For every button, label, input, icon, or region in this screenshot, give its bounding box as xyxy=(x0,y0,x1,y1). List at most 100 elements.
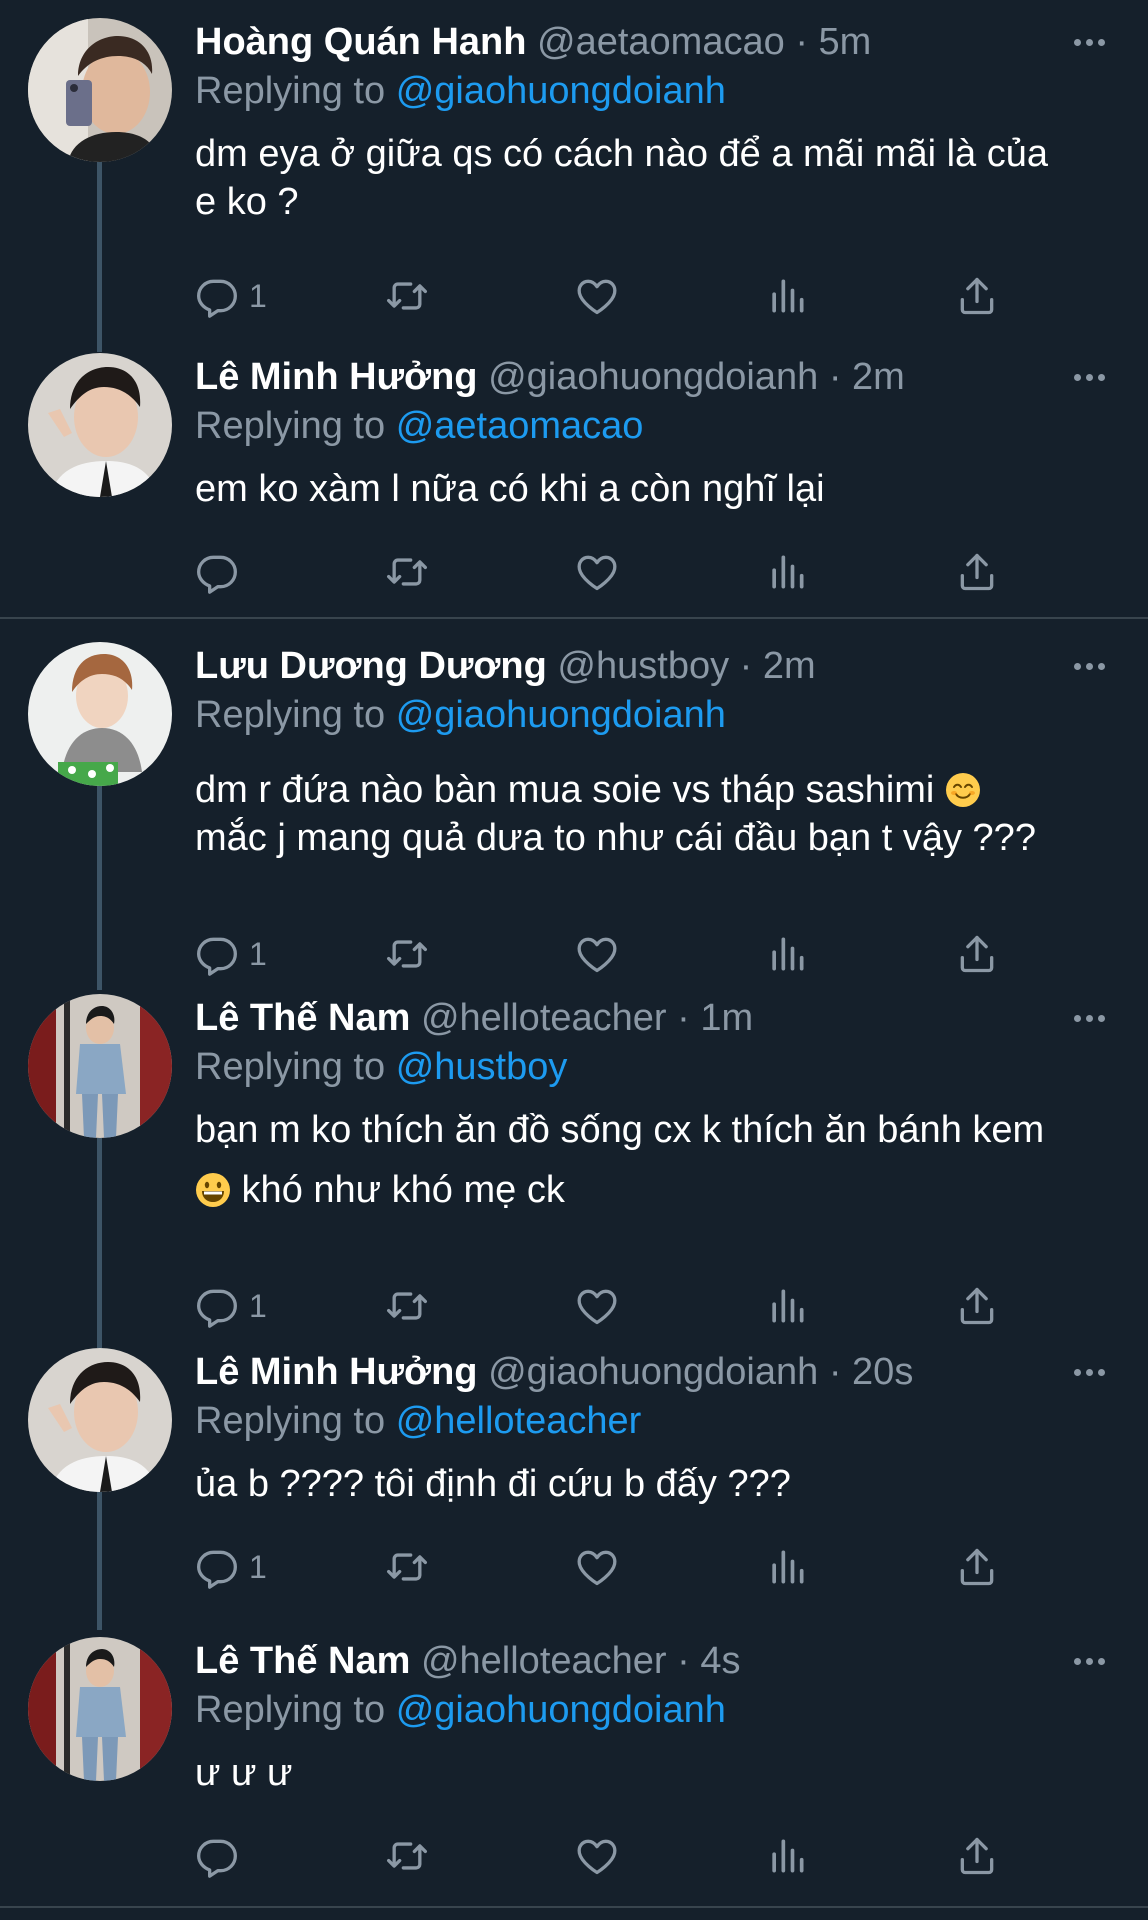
tweet-text: ư ư ư xyxy=(195,1752,293,1794)
user-handle[interactable]: @giaohuongdoianh xyxy=(488,356,818,398)
more-icon[interactable] xyxy=(1064,642,1114,690)
avatar[interactable] xyxy=(28,1348,172,1492)
more-icon[interactable] xyxy=(1064,994,1114,1042)
like-button[interactable] xyxy=(575,1537,619,1597)
mention-link[interactable]: @giaohuongdoianh xyxy=(396,70,726,112)
timestamp[interactable]: 1m xyxy=(700,997,753,1039)
timestamp[interactable]: 4s xyxy=(700,1640,740,1682)
reply-thread: Hoàng Quán Hanh @aetaomacao · 5m Replyin… xyxy=(0,0,1148,1920)
share-button[interactable] xyxy=(955,1276,999,1336)
tweet-body: Lê Minh Hưởng @giaohuongdoianh · 20s Rep… xyxy=(195,1348,1108,1508)
reply-button[interactable]: 1 xyxy=(195,266,267,326)
views-button[interactable] xyxy=(765,542,809,602)
separator-dot: · xyxy=(677,997,690,1039)
retweet-button[interactable] xyxy=(385,266,429,326)
mention-link[interactable]: @hustboy xyxy=(396,1046,568,1088)
mention-link[interactable]: @giaohuongdoianh xyxy=(396,1689,726,1731)
share-button[interactable] xyxy=(955,924,999,984)
timestamp[interactable]: 2m xyxy=(763,645,816,687)
avatar[interactable] xyxy=(28,353,172,497)
tweet-body: Lê Thế Nam @helloteacher · 4s Replying t… xyxy=(195,1637,1108,1797)
heart-icon xyxy=(575,1834,619,1878)
mention-link[interactable]: @helloteacher xyxy=(396,1400,642,1442)
display-name[interactable]: Lưu Dương Dương xyxy=(195,645,547,687)
mention-link[interactable]: @aetaomacao xyxy=(396,405,644,447)
tweet-header: Lưu Dương Dương @hustboy · 2m xyxy=(195,642,1108,690)
share-button[interactable] xyxy=(955,542,999,602)
tweet[interactable]: Lê Minh Hưởng @giaohuongdoianh · 20s Rep… xyxy=(0,1348,1148,1608)
share-button[interactable] xyxy=(955,1537,999,1597)
timestamp[interactable]: 2m xyxy=(852,356,905,398)
retweet-button[interactable] xyxy=(385,924,429,984)
share-button[interactable] xyxy=(955,266,999,326)
replying-label: Replying to xyxy=(195,70,386,112)
tweet[interactable]: Lê Thế Nam @helloteacher · 1m Replying t… xyxy=(0,994,1148,1314)
user-handle[interactable]: @giaohuongdoianh xyxy=(488,1351,818,1393)
replying-label: Replying to xyxy=(195,1400,386,1442)
share-icon xyxy=(955,932,999,976)
retweet-button[interactable] xyxy=(385,1826,429,1886)
more-icon[interactable] xyxy=(1064,1637,1114,1685)
tweet-text: em ko xàm l nữa có khi a còn nghĩ lại xyxy=(195,468,825,510)
replying-label: Replying to xyxy=(195,1689,386,1731)
divider xyxy=(0,617,1148,619)
user-handle[interactable]: @helloteacher xyxy=(421,1640,667,1682)
reply-icon xyxy=(195,1284,239,1328)
display-name[interactable]: Lê Thế Nam xyxy=(195,997,410,1039)
user-handle[interactable]: @helloteacher xyxy=(421,997,667,1039)
like-button[interactable] xyxy=(575,1826,619,1886)
like-button[interactable] xyxy=(575,1276,619,1336)
display-name[interactable]: Lê Minh Hưởng xyxy=(195,1351,478,1393)
like-button[interactable] xyxy=(575,924,619,984)
retweet-icon xyxy=(385,274,429,318)
retweet-button[interactable] xyxy=(385,1537,429,1597)
like-button[interactable] xyxy=(575,542,619,602)
reply-button[interactable]: 1 xyxy=(195,924,267,984)
views-button[interactable] xyxy=(765,924,809,984)
views-button[interactable] xyxy=(765,1537,809,1597)
separator-dot: · xyxy=(739,645,753,687)
more-icon[interactable] xyxy=(1064,1348,1114,1396)
avatar[interactable] xyxy=(28,994,172,1138)
user-handle[interactable]: @hustboy xyxy=(557,645,729,687)
tweet-body: Lê Thế Nam @helloteacher · 1m Replying t… xyxy=(195,994,1108,1220)
tweet-text-part: mắc j mang quả dưa to như cái đầu bạn t … xyxy=(195,817,1036,859)
display-name[interactable]: Lê Minh Hưởng xyxy=(195,356,478,398)
avatar[interactable] xyxy=(28,1637,172,1781)
separator-dot: · xyxy=(677,1640,690,1682)
retweet-button[interactable] xyxy=(385,1276,429,1336)
views-icon xyxy=(765,1284,809,1328)
views-button[interactable] xyxy=(765,1826,809,1886)
like-button[interactable] xyxy=(575,266,619,326)
tweet-body: Lưu Dương Dương @hustboy · 2m Replying t… xyxy=(195,642,1108,862)
reply-button[interactable] xyxy=(195,542,249,602)
replying-label: Replying to xyxy=(195,1046,386,1088)
mention-link[interactable]: @giaohuongdoianh xyxy=(396,694,726,736)
action-bar xyxy=(195,1826,1015,1886)
views-icon xyxy=(765,550,809,594)
reply-button[interactable]: 1 xyxy=(195,1537,267,1597)
tweet[interactable]: Lê Minh Hưởng @giaohuongdoianh · 2m Repl… xyxy=(0,353,1148,613)
share-button[interactable] xyxy=(955,1826,999,1886)
display-name[interactable]: Lê Thế Nam xyxy=(195,1640,410,1682)
retweet-button[interactable] xyxy=(385,542,429,602)
tweet[interactable]: Lê Thế Nam @helloteacher · 4s Replying t… xyxy=(0,1637,1148,1897)
avatar[interactable] xyxy=(28,642,172,786)
reply-count: 1 xyxy=(249,277,267,314)
tweet[interactable]: Lưu Dương Dương @hustboy · 2m Replying t… xyxy=(0,642,1148,962)
tweet[interactable]: Hoàng Quán Hanh @aetaomacao · 5m Replyin… xyxy=(0,18,1148,338)
more-icon[interactable] xyxy=(1064,18,1114,66)
timestamp[interactable]: 5m xyxy=(819,21,872,63)
grinning-face-emoji xyxy=(196,1173,230,1207)
reply-button[interactable] xyxy=(195,1826,249,1886)
action-bar xyxy=(195,542,1015,602)
tweet-header: Lê Minh Hưởng @giaohuongdoianh · 2m xyxy=(195,353,1108,401)
avatar[interactable] xyxy=(28,18,172,162)
views-button[interactable] xyxy=(765,1276,809,1336)
views-button[interactable] xyxy=(765,266,809,326)
display-name[interactable]: Hoàng Quán Hanh xyxy=(195,21,526,63)
more-icon[interactable] xyxy=(1064,353,1114,401)
timestamp[interactable]: 20s xyxy=(852,1351,913,1393)
reply-button[interactable]: 1 xyxy=(195,1276,267,1336)
user-handle[interactable]: @aetaomacao xyxy=(537,21,785,63)
